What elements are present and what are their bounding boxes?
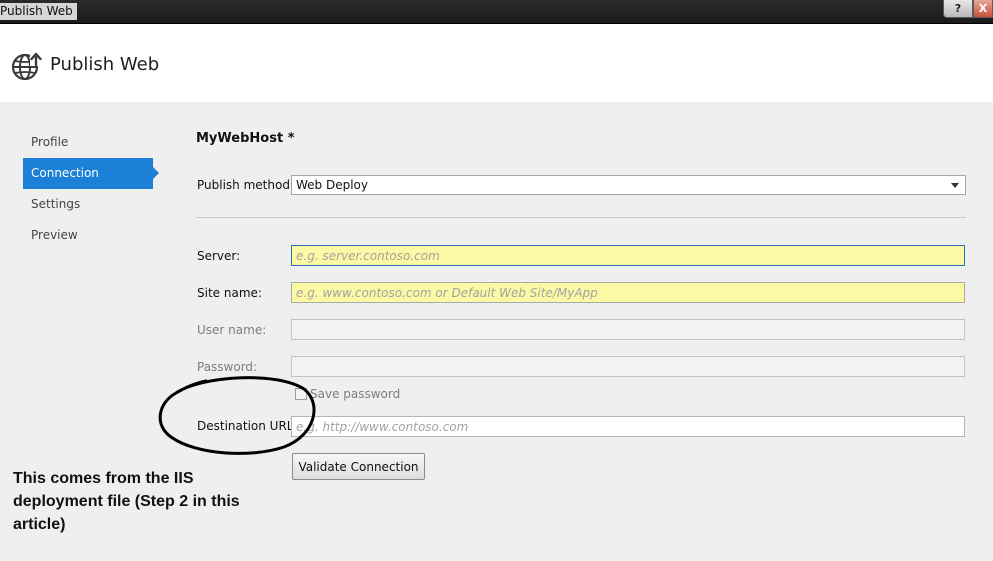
profile-name: MyWebHost * — [196, 131, 295, 146]
password-input[interactable] — [291, 356, 965, 377]
save-password-label: Save password — [310, 387, 401, 401]
wizard-nav: Profile Connection Settings Preview — [23, 127, 159, 251]
site-name-placeholder: e.g. www.contoso.com or Default Web Site… — [296, 286, 598, 300]
annotation-circle — [158, 376, 316, 455]
nav-item-connection[interactable]: Connection — [23, 158, 159, 189]
globe-publish-icon — [11, 52, 42, 81]
window-title-bar[interactable]: Publish Web ? X — [0, 0, 993, 24]
password-label: Password: — [197, 360, 258, 374]
user-name-input[interactable] — [291, 319, 965, 340]
dialog-title: Publish Web — [50, 54, 160, 75]
dialog-header: Publish Web — [0, 24, 993, 102]
publish-method-value: Web Deploy — [296, 178, 368, 192]
destination-url-placeholder: e.g. http://www.contoso.com — [296, 420, 469, 434]
window-title: Publish Web — [0, 3, 77, 20]
validate-connection-button[interactable]: Validate Connection — [292, 453, 425, 480]
server-label: Server: — [197, 249, 241, 263]
close-button[interactable]: X — [973, 0, 993, 18]
user-name-label: User name: — [197, 323, 267, 337]
destination-url-input[interactable]: e.g. http://www.contoso.com — [291, 416, 965, 437]
nav-item-settings[interactable]: Settings — [23, 189, 158, 220]
chevron-down-icon — [951, 183, 959, 188]
site-name-input[interactable]: e.g. www.contoso.com or Default Web Site… — [291, 282, 965, 303]
help-button[interactable]: ? — [943, 0, 973, 18]
publish-method-label: Publish method: — [197, 178, 294, 192]
nav-item-preview[interactable]: Preview — [23, 220, 158, 251]
site-name-label: Site name: — [197, 286, 262, 300]
window-controls: ? X — [943, 0, 993, 18]
annotation-note: This comes from the IIS deployment file … — [13, 470, 240, 533]
server-input[interactable]: e.g. server.contoso.com — [291, 245, 965, 266]
nav-item-profile[interactable]: Profile — [23, 127, 158, 158]
publish-method-select[interactable]: Web Deploy — [291, 175, 966, 195]
section-divider — [196, 217, 966, 218]
server-placeholder: e.g. server.contoso.com — [296, 249, 440, 263]
